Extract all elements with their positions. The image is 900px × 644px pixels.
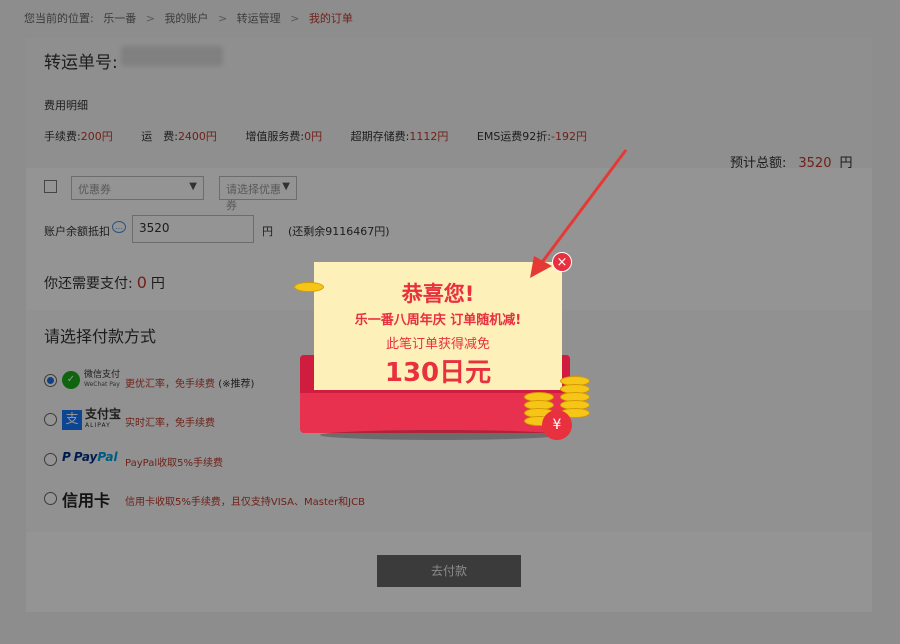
red-arrow-icon — [530, 149, 628, 278]
